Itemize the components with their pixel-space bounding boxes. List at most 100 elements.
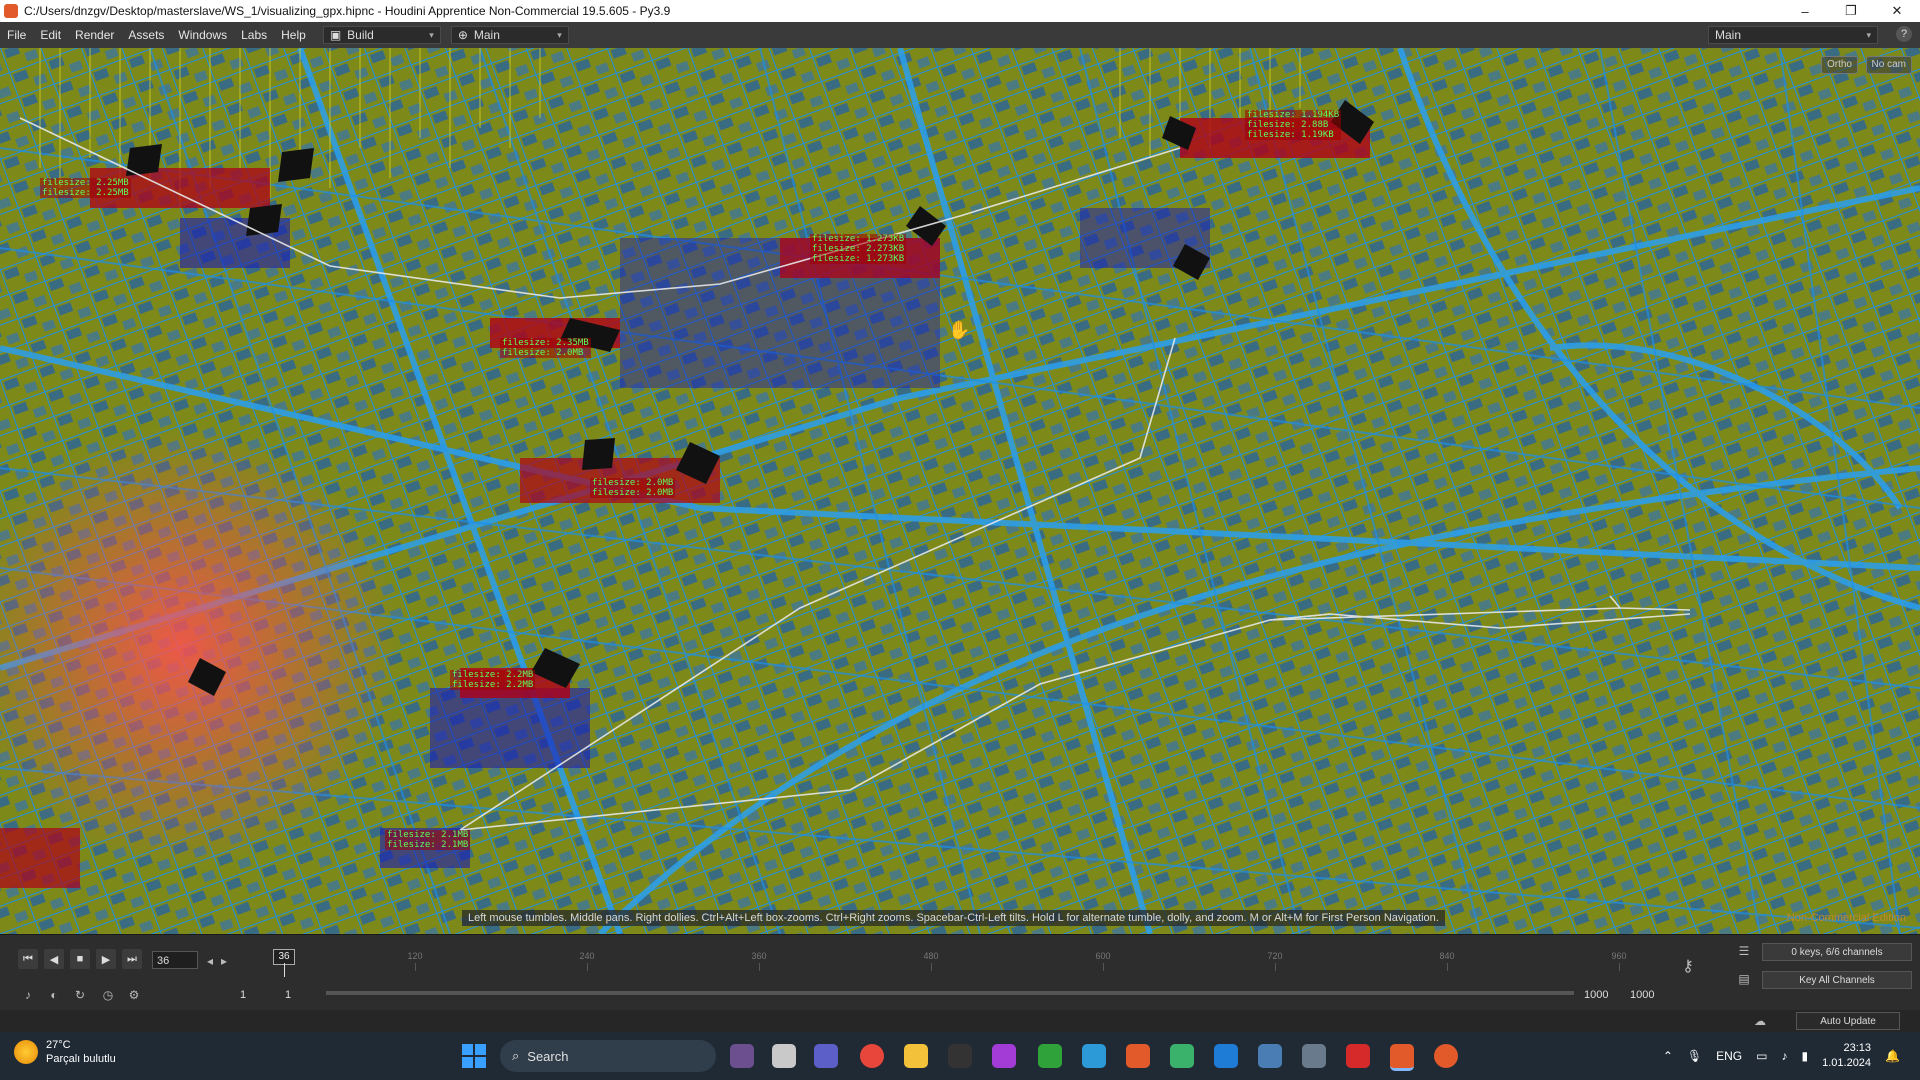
label-cluster: filesize: 2.35MB filesize: 2.0MB [500,338,591,358]
window-title: C:/Users/dnzgv/Desktop/masterslave/WS_1/… [24,4,671,18]
navigation-hint: Left mouse tumbles. Middle pans. Right d… [462,910,1445,926]
windows-start-icon[interactable] [462,1044,486,1068]
key-all-channels-button[interactable]: Key All Channels [1762,971,1912,989]
system-tray: ⌃ 🎙 ENG ▭ ♪ ▮ 23:13 1.01.2024 🔔 [1663,1032,1900,1080]
play-button[interactable]: ▶ [96,949,116,969]
label-cluster: filesize: 2.0MB filesize: 2.0MB [590,478,676,498]
xbox-icon[interactable] [1038,1044,1062,1068]
channel-list-icon[interactable]: ☰ [1736,943,1752,959]
tick [931,963,932,971]
language-indicator[interactable]: ENG [1716,1049,1742,1063]
menu-assets[interactable]: Assets [121,22,171,48]
tick [415,963,416,971]
chevron-up-icon[interactable]: ⌃ [1663,1049,1673,1063]
app-icon[interactable] [1258,1044,1282,1068]
tick-label: 600 [1095,951,1111,961]
houdini-taskbar-icon[interactable] [1390,1044,1414,1071]
search-placeholder: Search [527,1048,569,1064]
timeline-bar: ⏮ ◀ ■ ▶ ⏭ 36 ◂ ▸ 36 120 240 360 480 600 … [0,934,1920,1011]
layout-icon: ▣ [329,28,342,42]
taskbar-search[interactable]: ⌕ Search [500,1040,716,1072]
close-button[interactable]: ✕ [1874,0,1920,22]
range-end-field-2[interactable]: 1000 [1630,989,1654,1001]
build-desk-select[interactable]: ▣ Build ▾ [322,26,441,44]
clock[interactable]: 23:13 1.01.2024 [1822,1041,1871,1071]
key-channels-icon[interactable]: ▤ [1736,971,1752,987]
tick-label: 120 [407,951,423,961]
step-back-button[interactable]: ◀ [44,949,64,969]
app-icon[interactable] [1126,1044,1150,1068]
range-start-field-2[interactable]: 1 [285,989,291,1001]
teams-icon[interactable] [814,1044,838,1068]
minimize-button[interactable]: – [1782,0,1828,22]
network-icon[interactable]: ▭ [1756,1049,1767,1063]
clock-date: 1.01.2024 [1822,1057,1872,1069]
jump-start-button[interactable]: ⏮ [18,949,38,969]
range-end-field[interactable]: 1000 [1584,989,1608,1001]
menu-file[interactable]: File [0,22,33,48]
auto-update-select[interactable]: Auto Update [1796,1012,1900,1030]
keys-channels-info[interactable]: 0 keys, 6/6 channels [1762,943,1912,961]
loop-icon[interactable]: ↻ [72,987,88,1003]
scene-viewport[interactable]: Ortho No cam filesize: 1.194KB filesize:… [0,48,1920,934]
menu-edit[interactable]: Edit [33,22,68,48]
tick [1447,963,1448,971]
app-icon[interactable] [1082,1044,1106,1068]
range-slider[interactable] [326,991,1574,995]
help-icon[interactable]: ? [1896,26,1912,42]
chevron-down-icon: ▾ [1866,29,1871,40]
app-icon[interactable] [1346,1044,1370,1068]
task-view-icon[interactable] [772,1044,796,1068]
file-explorer-icon[interactable] [904,1044,928,1068]
tick-label: 840 [1439,951,1455,961]
stop-button[interactable]: ■ [70,949,90,969]
timeline-ruler[interactable]: 36 120 240 360 480 600 720 840 960 [236,949,1676,977]
title-bar: C:/Users/dnzgv/Desktop/masterslave/WS_1/… [0,0,1920,22]
cloud-icon: ☁ [1754,1014,1766,1028]
vscode-icon[interactable] [1214,1044,1238,1068]
menu-windows[interactable]: Windows [171,22,234,48]
menu-render[interactable]: Render [68,22,121,48]
app-icon[interactable] [992,1044,1016,1068]
chrome-icon[interactable] [860,1044,884,1068]
settings-app-icon[interactable] [1302,1044,1326,1068]
camera-menu-button[interactable]: No cam [1865,56,1912,74]
weather-icon [14,1040,38,1064]
range-start-field[interactable]: 1 [240,989,246,1001]
right-desk-select[interactable]: Main ▾ [1708,26,1878,44]
main-desk-select[interactable]: ⊕ Main ▾ [450,26,569,44]
maximize-button[interactable]: ❐ [1828,0,1874,22]
audio-icon[interactable]: ♪ [20,987,36,1003]
settings-icon[interactable]: ⚙ [126,987,142,1003]
current-frame-field[interactable]: 36 [152,951,198,969]
notification-icon[interactable]: 🔔 [1885,1049,1900,1063]
hand-cursor-icon: ✋ [948,320,971,340]
app-icon[interactable] [948,1044,972,1068]
build-desk-label: Build [347,28,374,42]
tick [1103,963,1104,971]
volume-icon[interactable]: ♪ [1782,1049,1788,1063]
menu-labs[interactable]: Labs [234,22,274,48]
key-icon[interactable]: ⚷ [1680,959,1696,975]
app-icon[interactable] [1434,1044,1458,1068]
microphone-icon[interactable]: 🎙 [1687,1049,1702,1063]
label-cluster: filesize: 1.194KB filesize: 2.88B filesi… [1245,110,1342,140]
view-mode-button[interactable]: Ortho [1820,56,1858,74]
temperature: 27°C [46,1039,71,1051]
tick-label: 240 [579,951,595,961]
realtime-icon[interactable]: ◐ [46,987,62,1003]
weather-description: Parçalı bulutlu [46,1053,116,1065]
label-cluster: filesize: 2.25MB filesize: 2.25MB [40,178,131,198]
chevron-down-icon: ▾ [429,29,434,40]
widgets-app-icon[interactable] [730,1044,754,1068]
label-cluster: filesize: 1.273KB filesize: 2.273KB file… [810,234,907,264]
clock-icon[interactable]: ◷ [100,987,116,1003]
menu-help[interactable]: Help [274,22,313,48]
tick [587,963,588,971]
weather-widget[interactable]: 27°C Parçalı bulutlu [14,1038,116,1066]
menu-bar: File Edit Render Assets Windows Labs Hel… [0,22,1920,49]
battery-icon[interactable]: ▮ [1802,1049,1809,1063]
next-key-icon[interactable]: ▸ [216,953,232,969]
app-icon[interactable] [1170,1044,1194,1068]
jump-end-button[interactable]: ⏭ [122,949,142,969]
